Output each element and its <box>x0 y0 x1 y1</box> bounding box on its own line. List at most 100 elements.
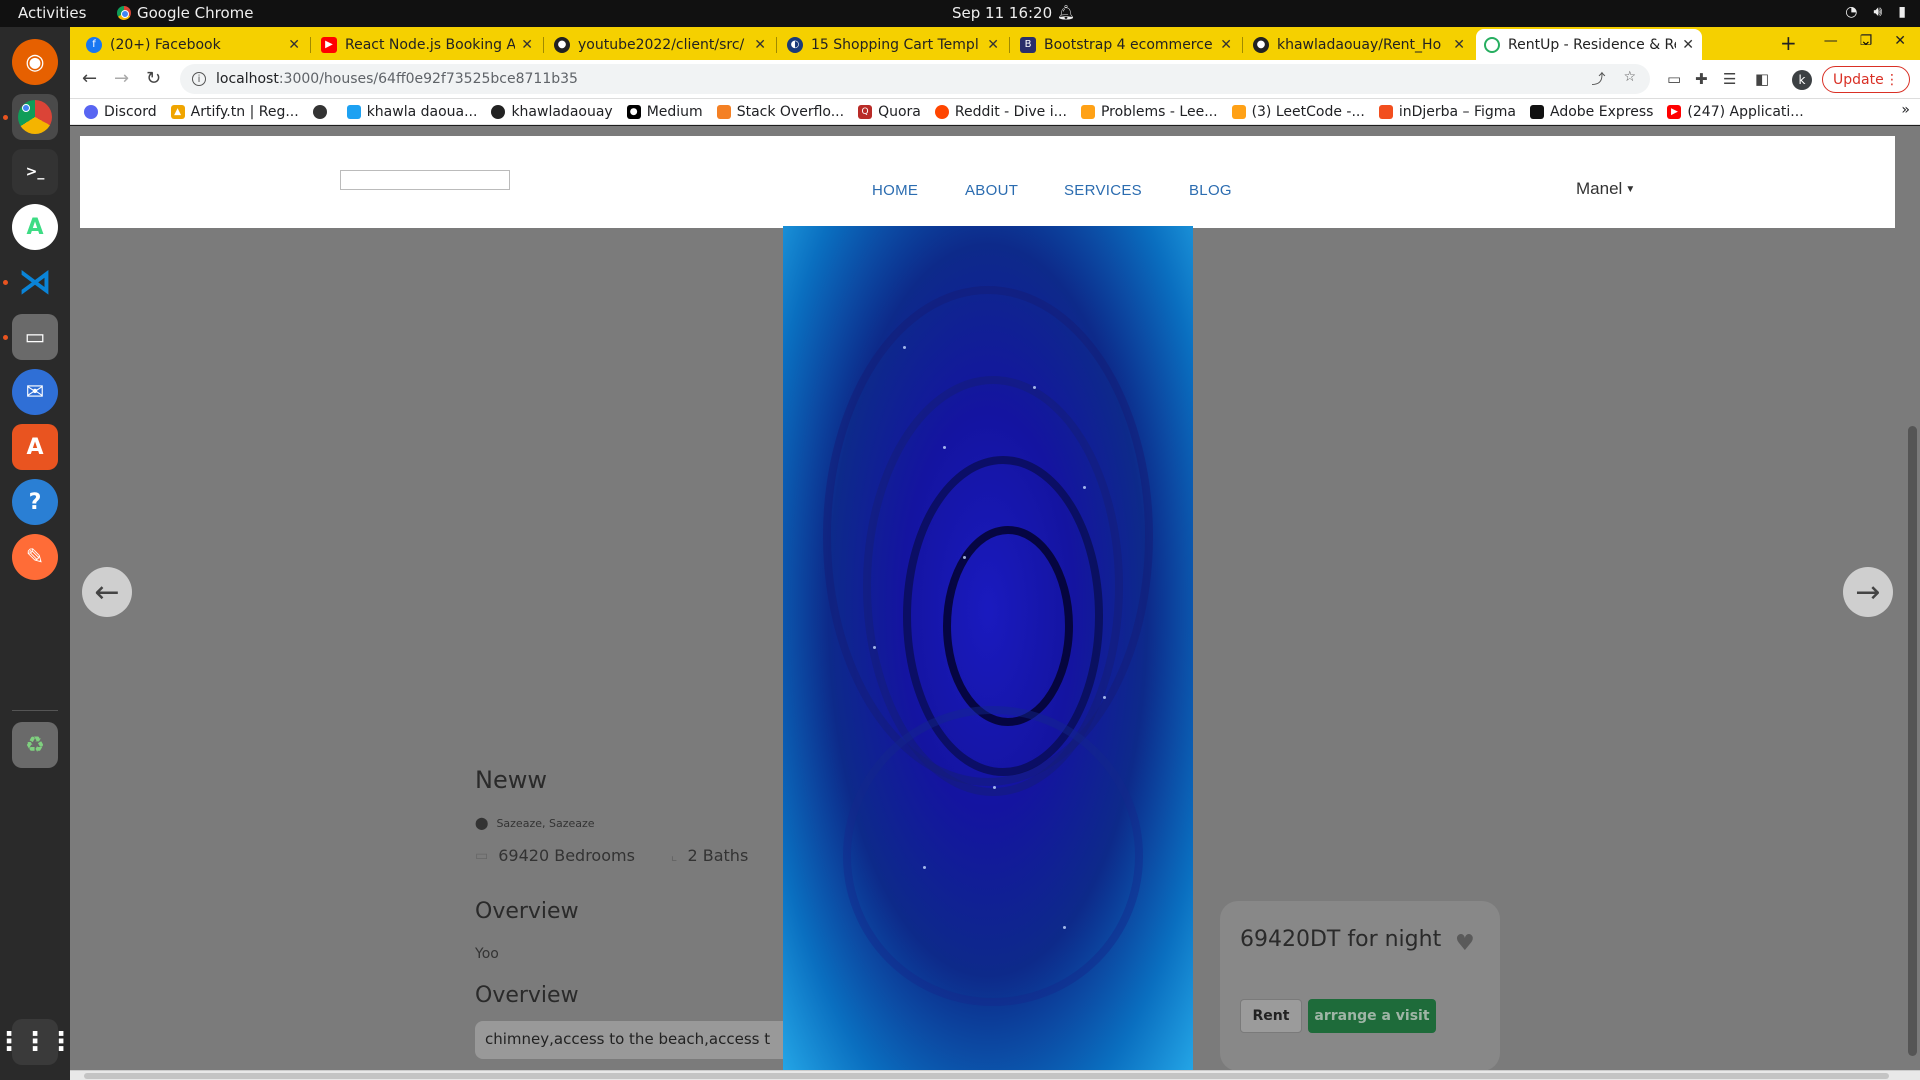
bookmark-quora[interactable]: Q Quora <box>858 104 921 120</box>
bookmark-label: Reddit - Dive i... <box>954 103 1067 120</box>
chrome-icon[interactable] <box>12 94 58 140</box>
close-icon[interactable]: ✕ <box>1682 37 1694 53</box>
bookmark-label: Artify.tn | Reg... <box>190 103 299 120</box>
app-menu[interactable]: Google Chrome <box>117 4 254 22</box>
amenities-heading: Overview <box>475 983 579 1008</box>
app-store-icon[interactable]: A <box>12 424 58 470</box>
tab-shopping-cart[interactable]: ◐ 15 Shopping Cart Templ ✕ <box>779 29 1007 60</box>
site-logo[interactable] <box>340 170 510 190</box>
postman-icon[interactable]: ✎ <box>12 534 58 580</box>
running-indicator <box>3 115 8 120</box>
site-info-icon[interactable]: i <box>192 72 206 86</box>
scrollbar-thumb[interactable] <box>1908 426 1917 1056</box>
prev-image-button[interactable]: ← <box>82 567 132 617</box>
page-viewport: HOME ABOUT SERVICES BLOG Manel ▼ ← → Neww… <box>70 126 1920 1080</box>
bookmark-figma[interactable]: inDjerba – Figma <box>1378 104 1516 120</box>
show-apps-icon[interactable]: ⋮⋮⋮ <box>0 1019 74 1065</box>
minimize-icon[interactable]: — <box>1824 33 1838 49</box>
bookmark-leetcode[interactable]: (3) LeetCode -... <box>1231 104 1365 120</box>
twitter-icon <box>346 104 361 119</box>
tab-rentup[interactable]: RentUp - Residence & Re ✕ <box>1476 29 1702 60</box>
android-studio-icon[interactable]: A <box>12 204 58 250</box>
reload-icon[interactable]: ↻ <box>146 68 161 89</box>
tab-bootstrap[interactable]: B Bootstrap 4 ecommerce ✕ <box>1012 29 1240 60</box>
heart-icon[interactable]: ♥ <box>1455 931 1475 956</box>
files-icon[interactable]: ▭ <box>12 314 58 360</box>
trash-icon[interactable]: ♻ <box>12 722 58 768</box>
bookmark-star-icon[interactable]: ☆ <box>1623 69 1636 89</box>
close-icon[interactable]: ✕ <box>288 37 300 53</box>
tab-github-youtube2022[interactable]: ● youtube2022/client/src/ ✕ <box>546 29 774 60</box>
bootstrap-icon: B <box>1020 36 1036 53</box>
forward-icon[interactable]: → <box>114 68 129 89</box>
nav-blog-link[interactable]: BLOG <box>1189 182 1232 199</box>
bookmark-discord[interactable]: Discord <box>84 104 157 120</box>
profile-avatar[interactable]: k <box>1792 70 1812 90</box>
stackoverflow-icon <box>716 104 731 119</box>
nav-about-link[interactable]: ABOUT <box>965 182 1018 199</box>
thunderbird-icon[interactable]: ✉ <box>12 369 58 415</box>
new-tab-button[interactable]: + <box>1780 31 1797 55</box>
dew-drop <box>873 646 876 649</box>
bookmark-adobe-express[interactable]: Adobe Express <box>1530 104 1653 120</box>
extensions-icon[interactable]: ✚ <box>1695 70 1708 88</box>
system-tray[interactable]: ◔ 🔊︎ ▮ <box>1845 4 1906 20</box>
bookmark-twitter[interactable]: khawla daoua... <box>346 104 477 120</box>
tab-youtube-booking[interactable]: ▶ React Node.js Booking A ✕ <box>313 29 541 60</box>
more-bookmarks-icon[interactable]: » <box>1901 102 1910 118</box>
restore-icon[interactable]: ❐ <box>1860 33 1873 49</box>
bookmark-leetcode-problems[interactable]: Problems - Lee... <box>1080 104 1218 120</box>
globe-icon <box>312 104 327 119</box>
baths-text: 2 Baths <box>687 846 749 865</box>
tab-facebook[interactable]: f (20+) Facebook ✕ <box>78 29 308 60</box>
quora-icon: Q <box>858 104 873 119</box>
bookmarks-bar: Discord ▲ Artify.tn | Reg... khawla daoua… <box>70 99 1920 125</box>
leetcode-icon <box>1231 104 1246 119</box>
nav-home-link[interactable]: HOME <box>872 182 918 199</box>
side-panel-icon[interactable]: ◧ <box>1755 70 1769 88</box>
dew-drop <box>1103 696 1106 699</box>
close-icon[interactable]: ✕ <box>987 37 999 53</box>
next-image-button[interactable]: → <box>1843 567 1893 617</box>
reading-list-icon[interactable]: ☰ <box>1723 70 1736 88</box>
arrange-visit-button[interactable]: arrange a visit <box>1308 999 1436 1033</box>
map-pin-icon: ⬤ <box>475 816 489 830</box>
bookmark-github[interactable]: khawladaouay <box>491 104 613 120</box>
firefox-icon[interactable]: ◉ <box>12 39 58 85</box>
bookmark-label: Quora <box>878 103 921 120</box>
scrollbar-thumb[interactable] <box>84 1073 1889 1079</box>
back-icon[interactable]: ← <box>82 68 97 89</box>
bookmark-artify[interactable]: ▲ Artify.tn | Reg... <box>170 103 299 120</box>
activities-button[interactable]: Activities <box>18 4 86 22</box>
close-icon[interactable]: ✕ <box>754 37 766 53</box>
bookmark-label: (247) Applicati... <box>1687 103 1804 120</box>
share-icon[interactable]: ⤴ <box>1591 69 1605 89</box>
update-button[interactable]: Update ⋮ <box>1822 66 1910 93</box>
tab-github-rent[interactable]: ● khawladaouay/Rent_Ho ✕ <box>1245 29 1473 60</box>
system-top-bar: Activities Google Chrome Sep 11 16:20 🔔︎… <box>0 0 1920 27</box>
nav-services-link[interactable]: SERVICES <box>1064 182 1142 199</box>
vscode-icon[interactable]: ⋊ <box>12 259 58 305</box>
bookmark-stackoverflow[interactable]: Stack Overflo... <box>716 104 844 120</box>
terminal-icon[interactable]: >_ <box>12 149 58 195</box>
cast-icon[interactable]: ▭ <box>1667 70 1681 88</box>
chrome-logo-icon <box>18 100 52 134</box>
help-icon[interactable]: ? <box>12 479 58 525</box>
bookmark-reddit[interactable]: Reddit - Dive i... <box>934 103 1067 120</box>
bookmark-globe[interactable] <box>312 104 333 119</box>
bookmark-medium[interactable]: ● Medium <box>626 104 703 120</box>
bookmark-youtube[interactable]: ▶ (247) Applicati... <box>1667 103 1804 120</box>
close-icon[interactable]: ✕ <box>1220 37 1232 53</box>
browser-toolbar: ← → ↻ i localhost :3000/houses/64ff0e92f… <box>70 60 1920 99</box>
user-dropdown[interactable]: Manel ▼ <box>1576 179 1635 199</box>
vertical-scrollbar[interactable] <box>1905 126 1920 1070</box>
site-icon: ◐ <box>787 36 803 53</box>
close-icon[interactable]: ✕ <box>521 37 533 53</box>
close-icon[interactable]: ✕ <box>1453 37 1465 53</box>
address-bar[interactable]: i localhost :3000/houses/64ff0e92f73525b… <box>180 64 1650 94</box>
clock[interactable]: Sep 11 16:20 <box>952 4 1052 22</box>
horizontal-scrollbar[interactable] <box>70 1070 1920 1080</box>
youtube-icon: ▶ <box>321 36 337 53</box>
rent-button[interactable]: Rent <box>1240 999 1302 1033</box>
close-window-icon[interactable]: ✕ <box>1894 33 1906 49</box>
